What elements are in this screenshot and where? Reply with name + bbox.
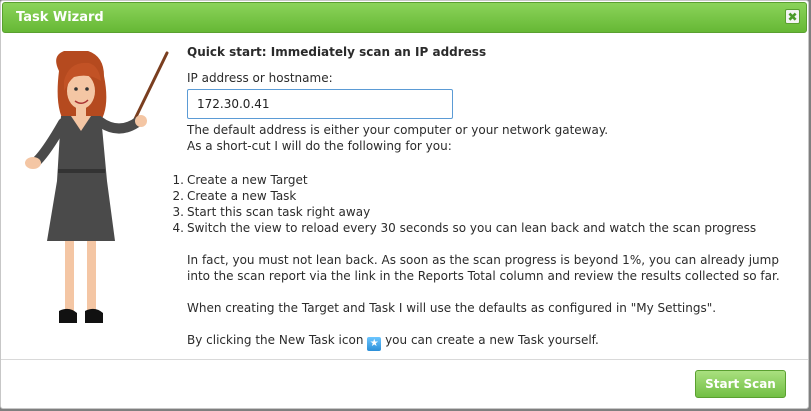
list-item: 1. Create a new Target	[172, 173, 308, 187]
quick-start-heading: Quick start: Immediately scan an IP addr…	[187, 45, 487, 59]
steps-list: 1. Create a new Target 2. Create a new Tas…	[172, 172, 797, 236]
list-item: 3. Start this scan task right away	[172, 205, 371, 219]
defaults-paragraph: When creating the Target and Task I will…	[187, 301, 717, 315]
wizard-content: Quick start: Immediately scan an IP addr…	[172, 45, 797, 351]
close-icon: ✖	[787, 10, 798, 24]
dialog-titlebar: Task Wizard ✖	[2, 2, 807, 33]
lean-back-paragraph: In fact, you must not lean back. As soon…	[187, 253, 780, 283]
footer-divider	[1, 359, 808, 360]
default-note-2: As a short-cut I will do the following f…	[187, 139, 452, 153]
star-icon[interactable]: ★	[367, 337, 382, 351]
task-wizard-dialog: Task Wizard ✖ Quick start: Immediately s…	[0, 0, 809, 409]
dialog-title: Task Wizard	[16, 10, 104, 25]
default-note-1: The default address is either your compu…	[187, 123, 609, 137]
ip-address-input[interactable]	[187, 89, 453, 119]
list-item: 4. Switch the view to reload every 30 sec…	[172, 221, 757, 235]
close-button[interactable]: ✖	[785, 9, 800, 24]
ip-label: IP address or hostname:	[187, 71, 333, 85]
wizard-illustration	[19, 49, 179, 351]
new-task-paragraph: By clicking the New Task icon ★ you can …	[187, 333, 599, 351]
start-scan-button[interactable]: Start Scan	[695, 370, 786, 398]
list-item: 2. Create a new Task	[172, 189, 297, 203]
